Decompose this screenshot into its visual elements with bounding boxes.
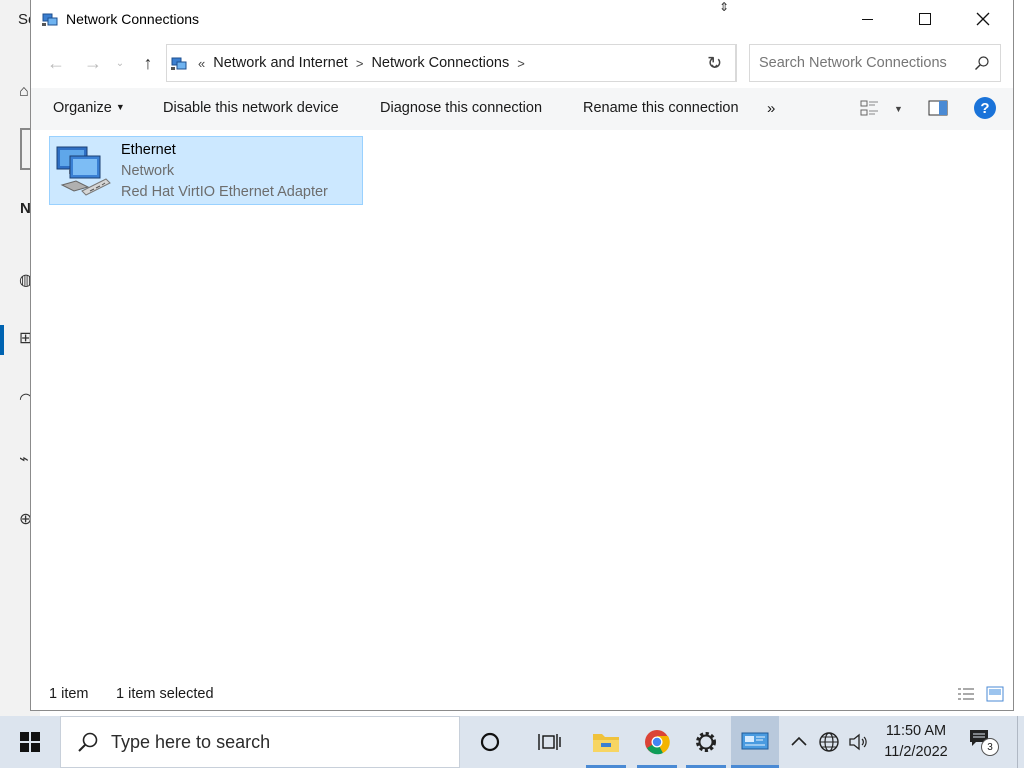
connection-name: Ethernet (121, 142, 176, 158)
arrow-right-icon: → (84, 52, 102, 73)
minimize-icon (861, 18, 873, 20)
chrome-icon (645, 730, 670, 755)
search-icon (975, 56, 989, 70)
network-connections-icon (741, 732, 769, 750)
window-title: Network Connections (66, 11, 200, 27)
selection-count: 1 item selected (116, 686, 214, 702)
breadcrumb-separator[interactable]: > (517, 56, 525, 71)
view-tiles-icon (860, 100, 878, 116)
close-icon (976, 12, 990, 26)
taskbar-search-placeholder: Type here to search (111, 731, 271, 752)
large-icons-view-icon[interactable] (986, 686, 1004, 702)
file-list-area[interactable]: Ethernet Network Red Hat VirtIO Ethernet… (31, 130, 1013, 675)
settings-gear-icon (696, 732, 716, 752)
windows-logo-icon (20, 732, 40, 752)
action-center-button[interactable]: 3 (968, 728, 1002, 758)
taskbar-clock[interactable]: 11:50 AM 11/2/2022 (872, 721, 960, 763)
diagnose-connection-button[interactable]: Diagnose this connection (380, 100, 542, 116)
minimize-button[interactable] (838, 0, 896, 38)
refresh-button[interactable]: ↻ (694, 44, 736, 82)
command-bar: Organize ▼ Disable this network device Di… (31, 88, 1013, 130)
task-view-button[interactable] (526, 716, 574, 768)
forward-button[interactable]: → (82, 50, 104, 76)
file-explorer-button[interactable] (582, 716, 630, 768)
start-button[interactable] (0, 716, 60, 768)
breadcrumb-network-connections[interactable]: Network Connections (371, 55, 509, 71)
network-adapter-icon (56, 146, 111, 196)
preview-pane-icon[interactable] (928, 100, 948, 116)
maximize-icon (919, 13, 931, 25)
organize-label: Organize (53, 100, 112, 116)
search-placeholder: Search Network Connections (759, 55, 947, 71)
address-bar[interactable]: « Network and Internet > Network Connect… (166, 44, 737, 82)
clock-time: 11:50 AM (885, 723, 947, 739)
change-view-button[interactable]: ▼ (860, 98, 906, 120)
show-hidden-icons-chevron-icon[interactable] (789, 732, 809, 752)
organize-menu[interactable]: Organize ▼ (53, 100, 125, 116)
network-globe-icon[interactable] (818, 731, 840, 753)
selected-nav-indicator (0, 325, 4, 355)
network-connections-taskbar-button[interactable] (731, 716, 779, 768)
chrome-button[interactable] (633, 716, 681, 768)
cortana-icon (480, 732, 500, 752)
breadcrumb-overflow[interactable]: « (198, 56, 205, 71)
volume-icon[interactable] (847, 731, 869, 753)
search-icon (78, 732, 98, 752)
up-button[interactable]: ↑ (137, 50, 159, 76)
cortana-button[interactable] (466, 716, 514, 768)
back-button[interactable]: ← (45, 50, 67, 76)
network-connections-window: Network Connections ⇕ ← → ⌄ ↑ « Network … (30, 0, 1014, 711)
close-button[interactable] (954, 0, 1012, 38)
task-view-icon (538, 734, 561, 750)
clock-date: 11/2/2022 (884, 744, 948, 760)
refresh-icon: ↻ (706, 52, 723, 73)
disable-device-button[interactable]: Disable this network device (163, 100, 339, 116)
status-bar: 1 item 1 item selected (31, 675, 1013, 710)
maximize-button[interactable] (896, 0, 954, 38)
mouse-cursor-icon: ⇕ (719, 0, 730, 14)
caret-down-icon: ▼ (115, 102, 125, 112)
recent-locations-button[interactable]: ⌄ (113, 50, 127, 76)
connection-status: Network (121, 163, 175, 179)
settings-button[interactable] (682, 716, 730, 768)
connection-item-ethernet[interactable]: Ethernet Network Red Hat VirtIO Ethernet… (49, 136, 363, 205)
breadcrumb-separator[interactable]: > (356, 56, 364, 71)
details-view-icon[interactable] (957, 687, 975, 701)
more-commands-button[interactable]: » (767, 100, 775, 117)
arrow-left-icon: ← (47, 52, 65, 73)
title-bar[interactable]: Network Connections ⇕ (31, 0, 1013, 38)
taskbar-search-box[interactable]: Type here to search (60, 716, 460, 768)
help-button[interactable]: ? (974, 97, 996, 119)
caret-down-icon: ▼ (894, 104, 903, 114)
file-explorer-icon (593, 734, 619, 752)
breadcrumb-network-and-internet[interactable]: Network and Internet (213, 55, 348, 71)
item-count: 1 item (49, 686, 89, 702)
taskbar: Type here to search 11:50 AM 11/2/2022 3 (0, 716, 1024, 768)
search-input[interactable]: Search Network Connections (749, 44, 1001, 82)
network-connections-app-icon (42, 13, 58, 26)
chevron-down-icon: ⌄ (115, 57, 125, 69)
arrow-up-icon: ↑ (143, 52, 153, 73)
notification-count-badge: 3 (981, 738, 999, 756)
connection-device: Red Hat VirtIO Ethernet Adapter (121, 184, 328, 200)
network-folder-icon (171, 57, 187, 70)
show-desktop-button[interactable] (1017, 716, 1024, 768)
rename-connection-button[interactable]: Rename this connection (583, 100, 739, 116)
